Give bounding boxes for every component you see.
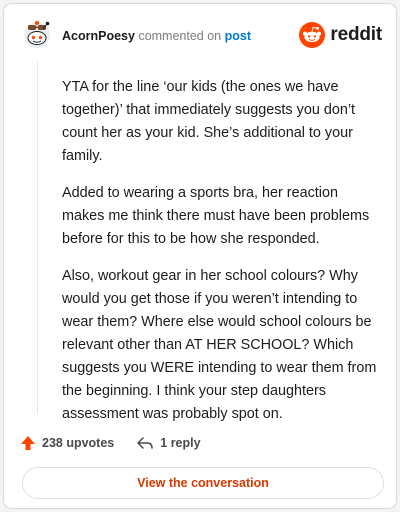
reddit-brand[interactable]: reddit xyxy=(299,22,382,48)
action-text: commented on xyxy=(138,29,222,43)
reply-button[interactable]: 1 reply xyxy=(136,436,201,450)
comment-body: YTA for the line ‘our kids (the ones we … xyxy=(62,76,382,440)
comment-paragraph: YTA for the line ‘our kids (the ones we … xyxy=(62,79,356,164)
comment-actions: 238 upvotes 1 reply xyxy=(20,432,223,454)
reply-count: 1 reply xyxy=(160,436,201,450)
comment-paragraph: Also, workout gear in her school colours… xyxy=(62,268,377,422)
embedded-comment-card: AcornPoesy commented on post reddit YTA … xyxy=(3,3,397,509)
comment-paragraph: Added to wearing a sports bra, her react… xyxy=(62,185,370,247)
comment-header: AcornPoesy commented on post reddit xyxy=(4,4,396,60)
upvote-arrow-icon xyxy=(21,436,35,450)
reply-arrow-icon xyxy=(137,437,154,449)
thread-line xyxy=(37,62,38,414)
upvote-count: 238 upvotes xyxy=(42,436,115,450)
username[interactable]: AcornPoesy xyxy=(62,29,135,43)
upvote-button[interactable]: 238 upvotes xyxy=(20,435,114,451)
post-link[interactable]: post xyxy=(225,29,251,43)
reddit-logo-icon xyxy=(299,22,326,48)
user-avatar-icon[interactable] xyxy=(22,19,52,49)
view-conversation-button[interactable]: View the conversation xyxy=(22,467,384,499)
brand-wordmark: reddit xyxy=(330,24,382,45)
header-byline: AcornPoesy commented on post xyxy=(62,28,251,44)
